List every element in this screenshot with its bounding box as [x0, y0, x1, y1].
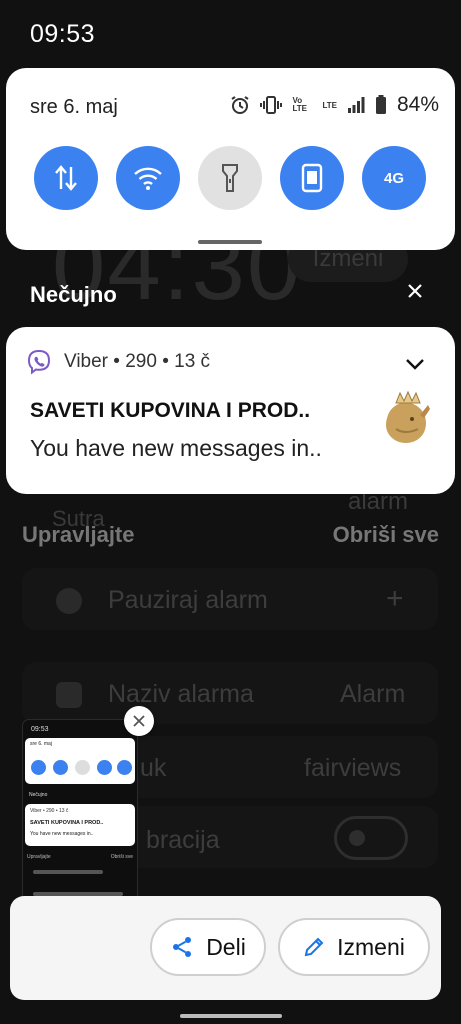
- thumbnail-time: 09:53: [31, 726, 49, 733]
- background-name-value: Alarm: [340, 680, 406, 708]
- label-tag-icon: [56, 682, 82, 708]
- thumbnail-silent-label: Nečujno: [29, 792, 48, 798]
- thumbnail-close-button[interactable]: [124, 706, 154, 736]
- quick-settings-panel: sre 6. maj Vo LTE LTE 84% 4G: [6, 68, 455, 250]
- background-vibration-label: bracija: [146, 826, 220, 854]
- background-sound-value: fairviews: [304, 754, 402, 782]
- screenshot-toolbar: Deli Izmeni: [10, 896, 441, 1000]
- quick-settings-date: sre 6. maj: [30, 96, 118, 118]
- background-vibration-toggle: [334, 816, 408, 860]
- share-button[interactable]: Deli: [150, 918, 266, 976]
- thumbnail-tile: [31, 760, 46, 775]
- share-label: Deli: [206, 933, 246, 960]
- edit-label: Izmeni: [337, 933, 405, 960]
- notification-body: You have new messages in..: [30, 435, 322, 461]
- silent-section-close-button[interactable]: [402, 278, 428, 304]
- wifi-tile[interactable]: [116, 146, 180, 210]
- 4g-icon: 4G: [383, 169, 404, 187]
- notification-meta: Viber • 290 • 13 č: [64, 351, 211, 372]
- flashlight-tile[interactable]: [198, 146, 262, 210]
- pencil-icon: [304, 937, 324, 957]
- volte-label: Vo LTE: [292, 96, 307, 113]
- thumbnail-tile: [53, 760, 68, 775]
- thumbnail-manage-label: Upravljajte: [27, 854, 51, 860]
- silent-section-label: Nečujno: [30, 282, 117, 307]
- close-icon: [408, 284, 422, 298]
- chevron-down-icon[interactable]: [402, 351, 428, 377]
- 4g-tile[interactable]: 4G: [362, 146, 426, 210]
- background-sound-label: uk: [140, 754, 167, 782]
- thumbnail-meta: Viber • 290 • 13 č: [30, 808, 69, 814]
- battery-percent: 84%: [396, 93, 439, 116]
- home-indicator[interactable]: [180, 1014, 282, 1018]
- thumbnail-quick-settings: sre 6. maj: [25, 738, 135, 784]
- background-name-label: Naziv alarma: [108, 680, 254, 708]
- signal-icon: [347, 97, 365, 113]
- group-avatar: [386, 390, 430, 443]
- close-icon: [133, 715, 145, 727]
- manage-notifications-button[interactable]: Upravljajte: [22, 522, 135, 548]
- vibrate-icon: [260, 96, 283, 114]
- phone-rotate-icon: [301, 163, 323, 193]
- data-arrows-icon: [55, 165, 77, 191]
- notification-title: SAVETI KUPOVINA I PROD..: [30, 399, 311, 422]
- clear-all-button[interactable]: Obriši sve: [333, 522, 439, 548]
- status-bar-time: 09:53: [30, 20, 96, 48]
- viber-icon: [27, 349, 51, 375]
- lte-label: LTE: [322, 100, 337, 110]
- thumbnail-tile: [75, 760, 90, 775]
- mobile-data-tile[interactable]: [34, 146, 98, 210]
- background-snooze-label: Pauziraj alarm: [108, 586, 268, 614]
- share-icon: [173, 937, 192, 957]
- thumbnail-tile: [117, 760, 132, 775]
- viber-notification[interactable]: Viber • 290 • 13 č SAVETI KUPOVINA I PRO…: [6, 327, 455, 494]
- edit-button[interactable]: Izmeni: [278, 918, 430, 976]
- thumbnail-date: sre 6. maj: [30, 741, 52, 747]
- flashlight-icon: [222, 164, 238, 192]
- thumbnail-notification: Viber • 290 • 13 č SAVETI KUPOVINA I PRO…: [25, 804, 135, 846]
- background-snooze-add: +: [386, 582, 404, 615]
- thumbnail-title: SAVETI KUPOVINA I PROD..: [30, 820, 104, 826]
- status-icons: Vo LTE LTE 84%: [230, 93, 439, 117]
- screen-rotate-tile[interactable]: [280, 146, 344, 210]
- thumbnail-row: [33, 870, 103, 874]
- snooze-icon: [56, 588, 82, 614]
- wifi-icon: [134, 167, 162, 190]
- thumbnail-clear-label: Obriši sve: [110, 854, 133, 860]
- thumbnail-tile: [97, 760, 112, 775]
- panel-drag-handle[interactable]: [198, 240, 262, 244]
- alarm-icon: [231, 96, 250, 114]
- thumbnail-body: You have new messages in..: [30, 831, 94, 837]
- battery-icon: [375, 95, 386, 114]
